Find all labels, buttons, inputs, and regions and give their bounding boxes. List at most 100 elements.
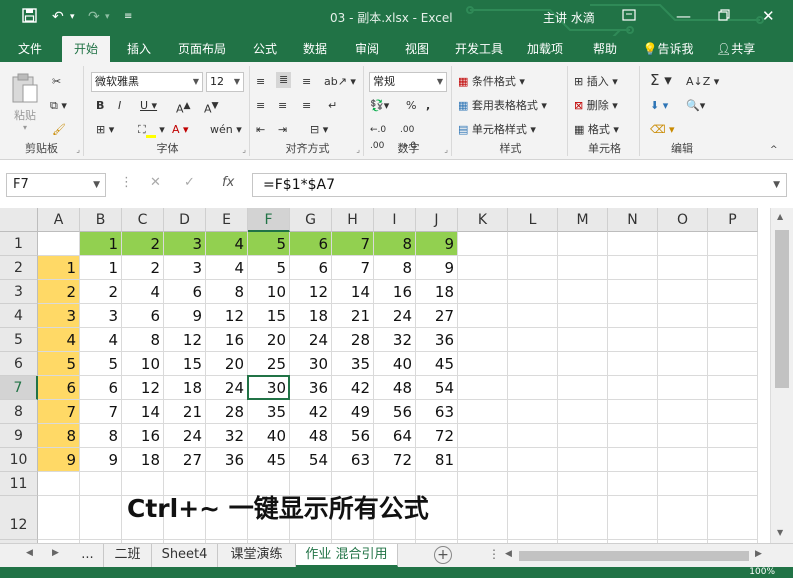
row-header[interactable]: 10 <box>0 448 38 472</box>
underline-icon[interactable]: U ▾ <box>140 98 157 114</box>
cell-N10[interactable] <box>608 448 658 472</box>
cell-I10[interactable]: 72 <box>374 448 416 472</box>
cell-E10[interactable]: 36 <box>206 448 248 472</box>
sheet-tab-sheet4[interactable]: Sheet4 <box>152 544 218 567</box>
tab-developer[interactable]: 开发工具 <box>448 36 510 62</box>
column-header[interactable]: B <box>80 208 122 232</box>
cell-K2[interactable] <box>458 256 508 280</box>
cell-K3[interactable] <box>458 280 508 304</box>
cell-I5[interactable]: 32 <box>374 328 416 352</box>
redo-icon[interactable]: ↷ <box>88 8 100 26</box>
cell-P7[interactable] <box>708 376 758 400</box>
cell-O6[interactable] <box>658 352 708 376</box>
row-header[interactable]: 8 <box>0 400 38 424</box>
enter-formula-icon[interactable]: ✓ <box>184 175 195 190</box>
cell-M2[interactable] <box>558 256 608 280</box>
cell-L2[interactable] <box>508 256 558 280</box>
row-header[interactable]: 11 <box>0 472 38 496</box>
cell-A6[interactable]: 5 <box>38 352 80 376</box>
cell-C2[interactable]: 2 <box>122 256 164 280</box>
collapse-ribbon-icon[interactable]: ^ <box>770 142 778 158</box>
ribbon-display-options-icon[interactable] <box>622 6 636 26</box>
tab-help[interactable]: 帮助 <box>584 36 626 62</box>
align-center-icon[interactable]: ≡ <box>278 98 287 114</box>
orientation-icon[interactable]: ab↗ ▾ <box>324 74 356 90</box>
cell-B7[interactable]: 6 <box>80 376 122 400</box>
tab-insert[interactable]: 插入 <box>118 36 160 62</box>
cell-F4[interactable]: 15 <box>248 304 290 328</box>
cell-A11[interactable] <box>38 472 80 496</box>
cell-L8[interactable] <box>508 400 558 424</box>
column-header[interactable]: N <box>608 208 658 232</box>
cell-K5[interactable] <box>458 328 508 352</box>
align-middle-icon[interactable]: ≣ <box>276 72 292 88</box>
format-painter-icon[interactable]: 🖌 <box>52 122 66 138</box>
cell-O9[interactable] <box>658 424 708 448</box>
cell-A2[interactable]: 1 <box>38 256 80 280</box>
vertical-scroll-thumb[interactable] <box>775 230 789 388</box>
column-header[interactable]: I <box>374 208 416 232</box>
cell-M8[interactable] <box>558 400 608 424</box>
column-header[interactable]: D <box>164 208 206 232</box>
cell-H3[interactable]: 14 <box>332 280 374 304</box>
cell-H2[interactable]: 7 <box>332 256 374 280</box>
cell-F8[interactable]: 35 <box>248 400 290 424</box>
cell-O8[interactable] <box>658 400 708 424</box>
add-sheet-icon[interactable]: + <box>434 546 452 564</box>
sheet-tab-more[interactable]: ... <box>72 544 104 567</box>
undo-dropdown-icon[interactable]: ▾ <box>70 8 75 26</box>
clear-icon[interactable]: ⌫ ▾ <box>650 122 675 138</box>
worksheet-grid[interactable]: ABCDEFGHIJKLMNOP112345678921123456789322… <box>0 208 770 543</box>
alignment-launcher-icon[interactable]: ⌟ <box>356 145 360 154</box>
cell-J1[interactable]: 9 <box>416 232 458 256</box>
cell-J10[interactable]: 81 <box>416 448 458 472</box>
select-all-corner[interactable] <box>0 208 38 232</box>
cell-P6[interactable] <box>708 352 758 376</box>
number-format-combo[interactable]: 常规 ▼ <box>369 72 447 92</box>
cell-C6[interactable]: 10 <box>122 352 164 376</box>
cell-P5[interactable] <box>708 328 758 352</box>
clipboard-launcher-icon[interactable]: ⌟ <box>76 145 80 154</box>
close-icon[interactable]: ✕ <box>762 6 775 26</box>
tab-formulas[interactable]: 公式 <box>244 36 286 62</box>
row-header[interactable]: 7 <box>0 376 38 400</box>
cell-P1[interactable] <box>708 232 758 256</box>
cell-G7[interactable]: 36 <box>290 376 332 400</box>
column-header[interactable]: A <box>38 208 80 232</box>
cell-M5[interactable] <box>558 328 608 352</box>
cell-L7[interactable] <box>508 376 558 400</box>
column-header[interactable]: P <box>708 208 758 232</box>
cell-E1[interactable]: 4 <box>206 232 248 256</box>
sheet-tab-active[interactable]: 作业 混合引用 <box>296 544 398 567</box>
cell-F3[interactable]: 10 <box>248 280 290 304</box>
cell-N8[interactable] <box>608 400 658 424</box>
cell-E4[interactable]: 12 <box>206 304 248 328</box>
cell-H4[interactable]: 21 <box>332 304 374 328</box>
cell-M4[interactable] <box>558 304 608 328</box>
cell-H9[interactable]: 56 <box>332 424 374 448</box>
cell-M6[interactable] <box>558 352 608 376</box>
cell-B2[interactable]: 1 <box>80 256 122 280</box>
cancel-formula-icon[interactable]: ✕ <box>150 175 161 190</box>
cell-K7[interactable] <box>458 376 508 400</box>
cell-B9[interactable]: 8 <box>80 424 122 448</box>
cell-C10[interactable]: 18 <box>122 448 164 472</box>
cell-K9[interactable] <box>458 424 508 448</box>
cell-A10[interactable]: 9 <box>38 448 80 472</box>
tab-split-handle-icon[interactable]: ⋮ <box>488 547 500 561</box>
cell-M11[interactable] <box>558 472 608 496</box>
align-bottom-icon[interactable]: ≡ <box>302 74 311 90</box>
cell-F6[interactable]: 25 <box>248 352 290 376</box>
cell-P3[interactable] <box>708 280 758 304</box>
row-header[interactable]: 12 <box>0 496 38 540</box>
cell-K12[interactable] <box>458 496 508 540</box>
cell-E7[interactable]: 24 <box>206 376 248 400</box>
cell-C5[interactable]: 8 <box>122 328 164 352</box>
comma-style-icon[interactable]: , <box>426 98 430 114</box>
cell-B4[interactable]: 3 <box>80 304 122 328</box>
cell-J6[interactable]: 45 <box>416 352 458 376</box>
cell-A8[interactable]: 7 <box>38 400 80 424</box>
column-header[interactable]: M <box>558 208 608 232</box>
cell-M7[interactable] <box>558 376 608 400</box>
horizontal-scroll-thumb[interactable] <box>519 551 749 561</box>
